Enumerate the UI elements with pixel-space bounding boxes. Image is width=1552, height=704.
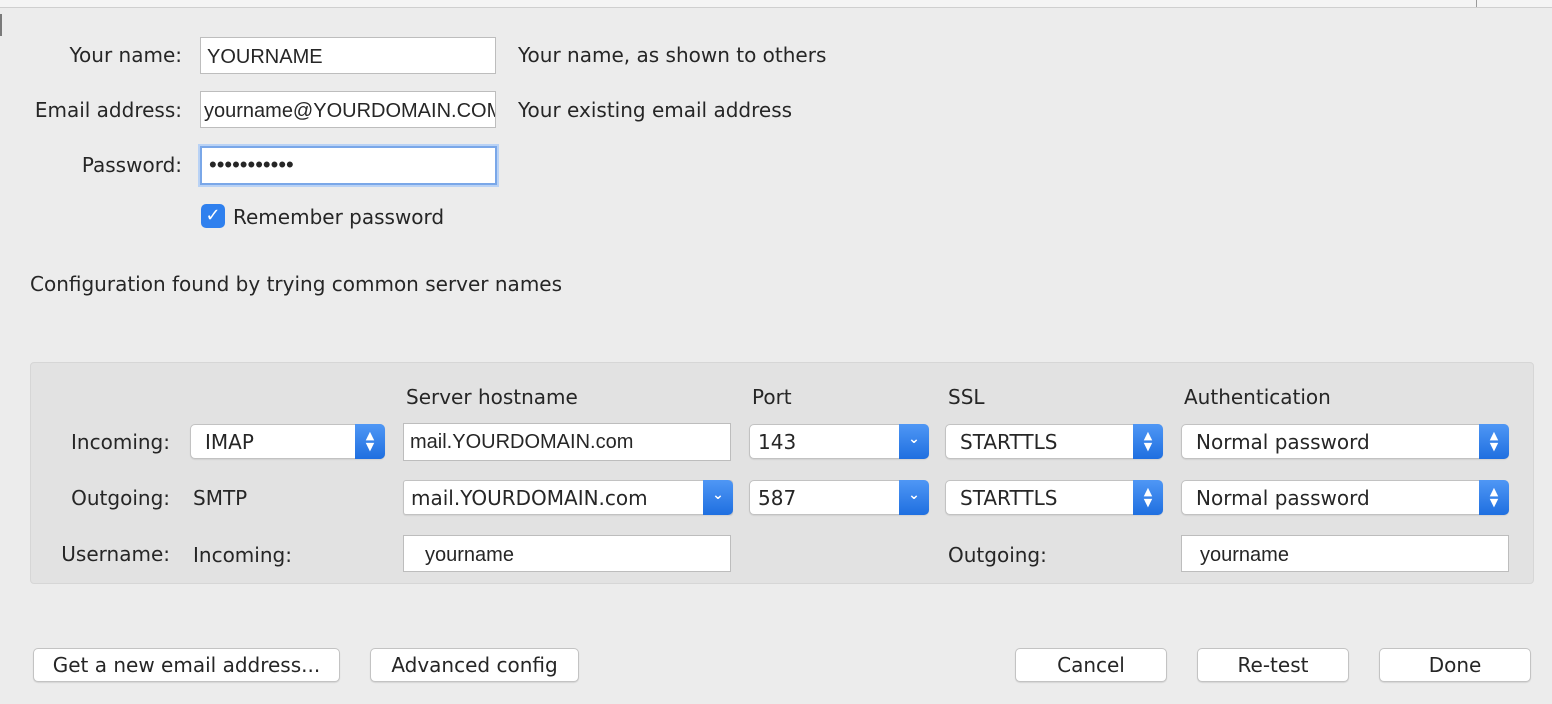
incoming-protocol-select[interactable]: IMAP ▲ ▼	[190, 424, 385, 459]
outgoing-protocol: SMTP	[193, 486, 248, 510]
incoming-ssl-value: STARTTLS	[960, 430, 1058, 454]
remember-password-checkbox[interactable]: ✓	[201, 204, 225, 228]
advanced-config-button[interactable]: Advanced config	[370, 648, 579, 682]
outgoing-port-select[interactable]: 587 ⌄	[749, 480, 929, 515]
header-server-hostname: Server hostname	[406, 385, 578, 409]
username-outgoing-label: Outgoing:	[948, 543, 1047, 567]
incoming-hostname-input[interactable]: mail.YOURDOMAIN.com	[403, 423, 731, 461]
left-edge-mark	[0, 14, 2, 36]
incoming-protocol-value: IMAP	[205, 430, 254, 454]
email-input[interactable]: yourname@YOURDOMAIN.COM	[200, 91, 496, 128]
outgoing-auth-select[interactable]: Normal password ▲ ▼	[1181, 480, 1509, 515]
done-button[interactable]: Done	[1379, 648, 1531, 682]
chevron-down-icon: ⌄	[899, 424, 929, 459]
header-port: Port	[752, 385, 792, 409]
updown-arrows-icon: ▲ ▼	[1133, 480, 1163, 515]
email-hint: Your existing email address	[518, 98, 793, 122]
username-label: Username:	[61, 542, 170, 566]
checkmark-icon: ✓	[205, 205, 221, 226]
chevron-down-icon: ⌄	[703, 480, 733, 515]
outgoing-auth-value: Normal password	[1196, 486, 1370, 510]
remember-password-label: Remember password	[233, 205, 445, 229]
top-edge-tick	[1476, 0, 1477, 7]
header-authentication: Authentication	[1184, 385, 1331, 409]
outgoing-port-value: 587	[758, 486, 797, 510]
incoming-auth-value: Normal password	[1196, 430, 1370, 454]
incoming-ssl-select[interactable]: STARTTLS ▲ ▼	[945, 424, 1163, 459]
incoming-auth-select[interactable]: Normal password ▲ ▼	[1181, 424, 1509, 459]
password-label: Password:	[81, 153, 182, 177]
window-top-edge	[0, 0, 1552, 8]
updown-arrows-icon: ▲ ▼	[355, 424, 385, 459]
email-label: Email address:	[34, 98, 182, 122]
get-new-email-button[interactable]: Get a new email address...	[33, 648, 340, 682]
username-incoming-label: Incoming:	[193, 543, 292, 567]
outgoing-ssl-value: STARTTLS	[960, 486, 1058, 510]
updown-arrows-icon: ▲ ▼	[1479, 480, 1509, 515]
updown-arrows-icon: ▲ ▼	[1133, 424, 1163, 459]
password-input[interactable]: •••••••••••	[200, 146, 497, 185]
chevron-down-icon: ⌄	[899, 480, 929, 515]
outgoing-hostname-value: mail.YOURDOMAIN.com	[411, 486, 648, 510]
status-message: Configuration found by trying common ser…	[30, 272, 563, 296]
updown-arrows-icon: ▲ ▼	[1479, 424, 1509, 459]
name-input[interactable]: YOURNAME	[200, 37, 496, 74]
outgoing-label: Outgoing:	[71, 486, 170, 510]
name-label: Your name:	[69, 43, 182, 67]
incoming-port-value: 143	[758, 430, 797, 454]
outgoing-hostname-select[interactable]: mail.YOURDOMAIN.com ⌄	[403, 480, 733, 515]
cancel-button[interactable]: Cancel	[1015, 648, 1167, 682]
name-hint: Your name, as shown to others	[518, 43, 827, 67]
retest-button[interactable]: Re-test	[1197, 648, 1349, 682]
outgoing-username-input[interactable]: yourname	[1181, 535, 1509, 572]
outgoing-ssl-select[interactable]: STARTTLS ▲ ▼	[945, 480, 1163, 515]
incoming-port-select[interactable]: 143 ⌄	[749, 424, 929, 459]
incoming-label: Incoming:	[71, 430, 170, 454]
header-ssl: SSL	[948, 385, 985, 409]
incoming-username-input[interactable]: yourname	[403, 535, 731, 572]
